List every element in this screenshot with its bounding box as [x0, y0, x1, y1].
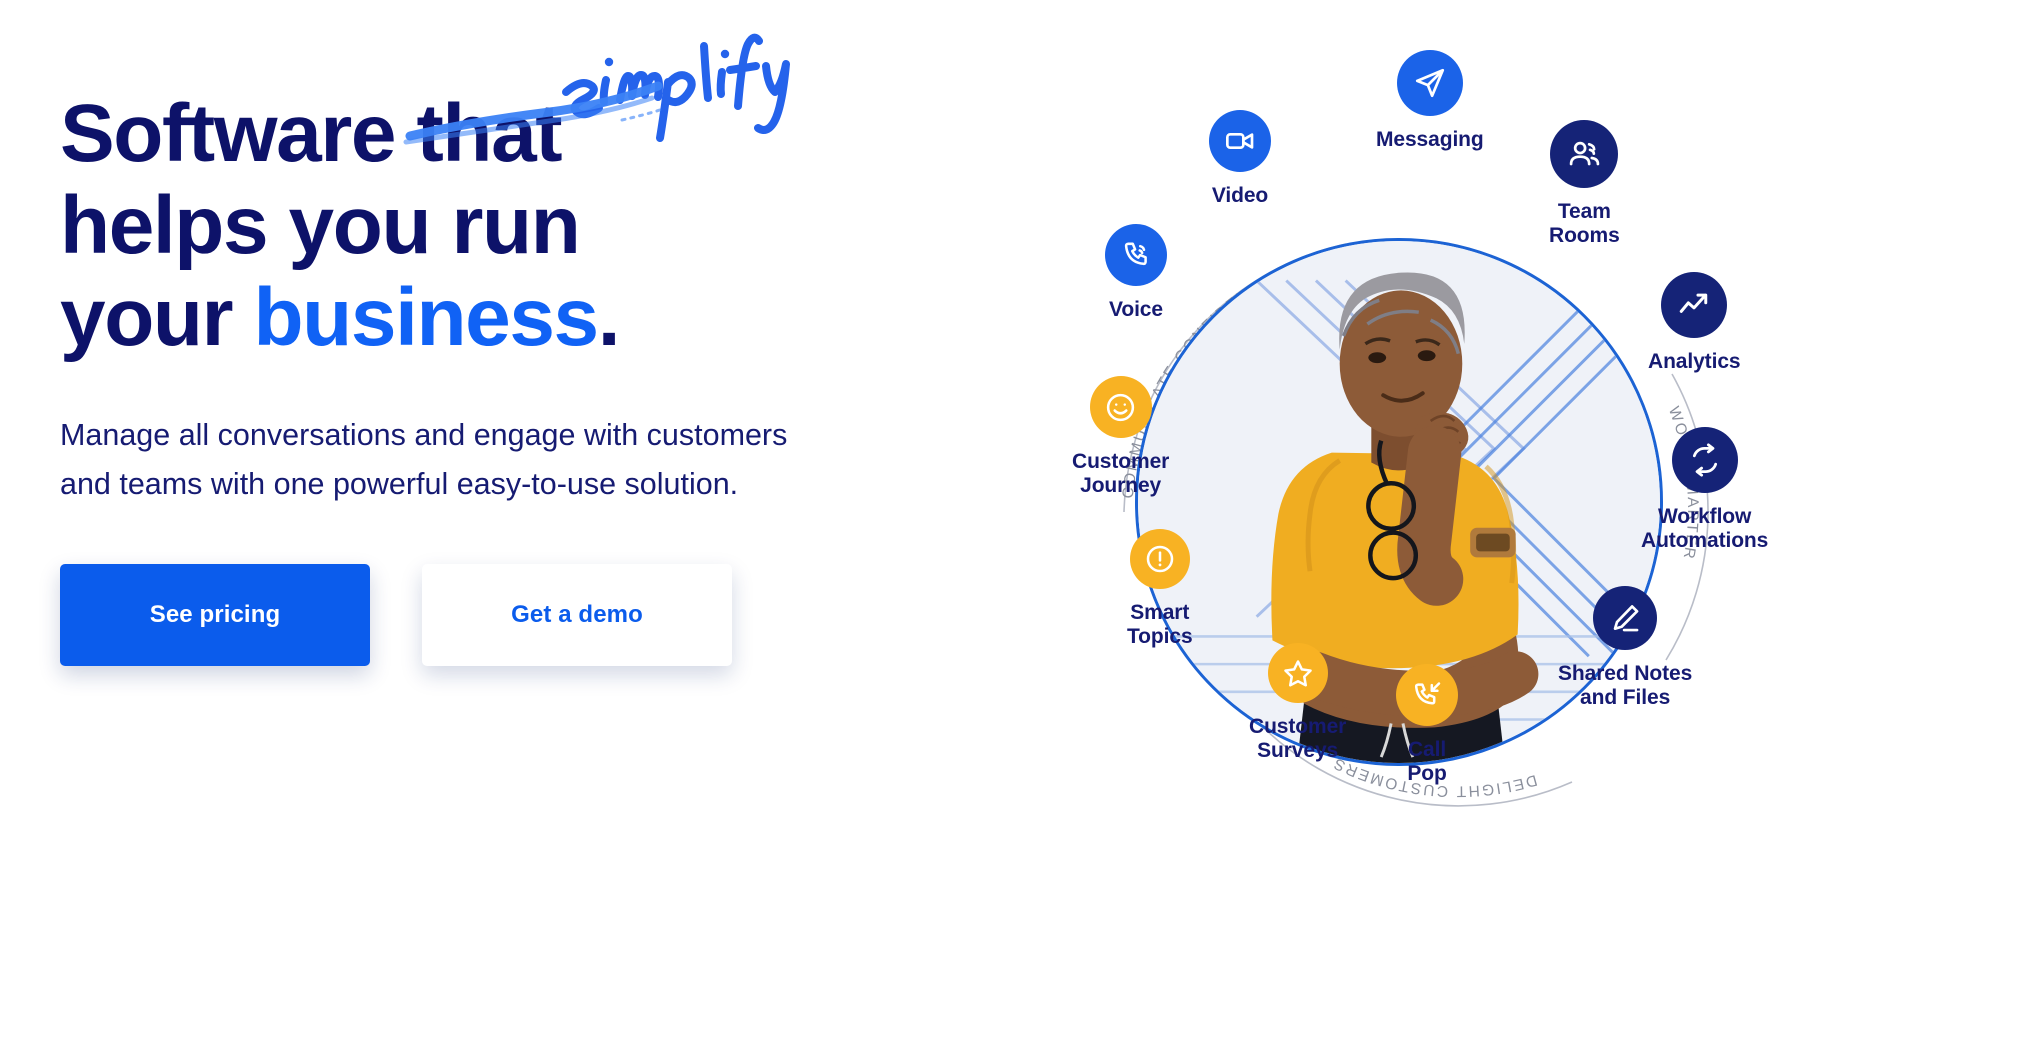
headline-line-2: helps you run [60, 180, 940, 272]
node-label: Shared Notes and Files [1558, 662, 1693, 710]
phone-waves-icon [1105, 224, 1167, 286]
hero-content: Software that helps you run your busines… [60, 33, 940, 666]
node-analytics[interactable]: Analytics [1648, 272, 1741, 374]
headline-line-1: Software that [60, 88, 563, 179]
node-customer-journey[interactable]: Customer Journey [1072, 376, 1169, 499]
trending-up-icon [1661, 272, 1728, 338]
node-label: Customer Surveys [1249, 715, 1347, 763]
node-workflow-automations[interactable]: Workflow Automations [1641, 427, 1768, 554]
smiley-face-icon [1089, 376, 1152, 438]
node-label: Workflow Automations [1641, 505, 1769, 553]
node-label: Smart Topics [1127, 601, 1193, 649]
node-label: Messaging [1376, 128, 1484, 151]
alert-circle-icon [1129, 529, 1190, 589]
node-video[interactable]: Video [1209, 110, 1271, 208]
star-icon [1267, 643, 1328, 703]
node-voice[interactable]: Voice [1105, 224, 1167, 322]
team-people-icon [1550, 120, 1619, 188]
node-label: Customer Journey [1072, 450, 1170, 498]
node-customer-surveys[interactable]: Customer Surveys [1249, 643, 1346, 764]
call-incoming-icon [1396, 664, 1458, 726]
node-team-rooms[interactable]: Team Rooms [1549, 120, 1620, 249]
node-label: Call Pop [1407, 738, 1447, 786]
headline-struck-word: run [451, 179, 581, 271]
headline-period: . [597, 271, 621, 363]
sync-arrows-icon [1671, 427, 1738, 493]
node-label: Video [1211, 184, 1269, 207]
node-messaging[interactable]: Messaging [1376, 50, 1484, 152]
node-call-pop[interactable]: Call Pop [1396, 664, 1458, 787]
cta-row: See pricing Get a demo [60, 563, 940, 666]
node-shared-notes-and-files[interactable]: Shared Notes and Files [1558, 586, 1692, 711]
pencil-icon [1593, 586, 1658, 650]
video-camera-icon [1209, 110, 1271, 172]
see-pricing-button[interactable]: See pricing [60, 563, 370, 666]
headline-accent-word: business [253, 271, 599, 363]
node-label: Analytics [1648, 350, 1741, 373]
get-a-demo-button[interactable]: Get a demo [422, 563, 732, 666]
node-label: Team Rooms [1549, 200, 1620, 248]
hero-subtext: Manage all conversations and engage with… [60, 418, 788, 501]
headline-line-3: your business. [60, 272, 940, 364]
headline-line-2-prefix: helps you [60, 179, 452, 271]
page-title: Software that helps you run your busines… [60, 33, 940, 364]
feature-wheel: COMMUNICATE CONFIDENTLY WORK SMARTER DEL… [960, 0, 2040, 1054]
node-smart-topics[interactable]: Smart Topics [1127, 529, 1193, 650]
paper-plane-icon [1396, 50, 1463, 116]
hero-page: Software that helps you run your busines… [0, 0, 2040, 1054]
node-label: Voice [1109, 298, 1163, 321]
headline-line-3-prefix: your [60, 271, 254, 363]
